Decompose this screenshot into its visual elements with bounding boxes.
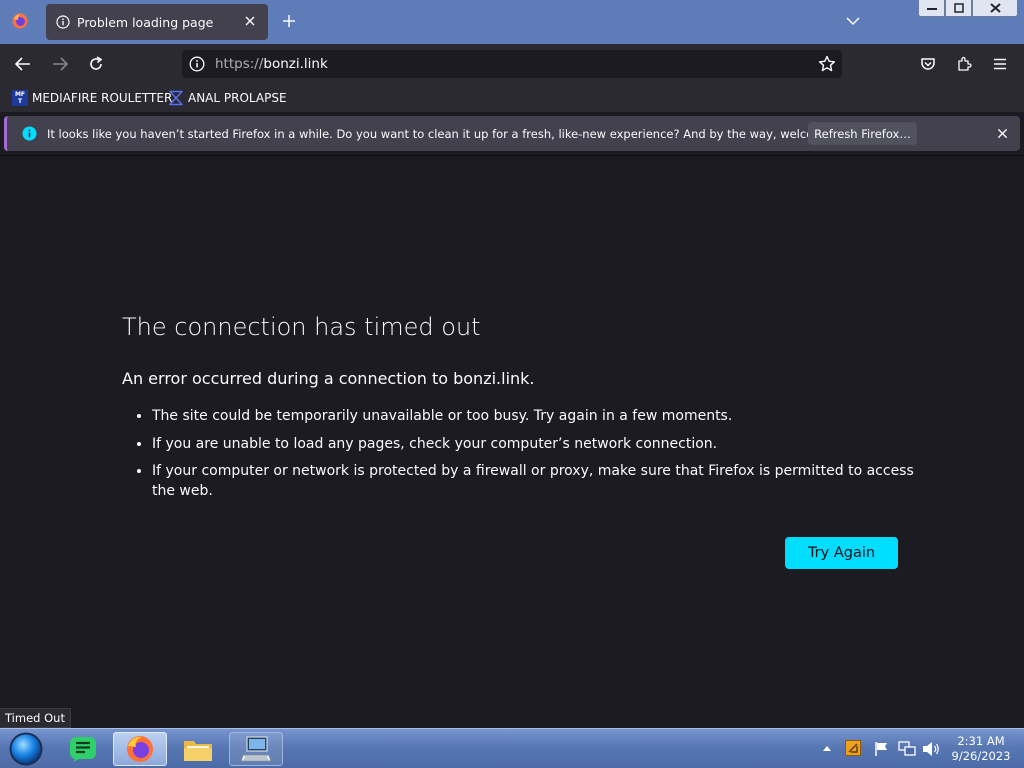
- tray-app-icon[interactable]: [845, 740, 861, 756]
- status-panel: Timed Out: [0, 708, 71, 728]
- back-arrow-icon[interactable]: [14, 56, 32, 72]
- url-scheme: https://: [215, 56, 264, 72]
- plus-icon[interactable]: [282, 14, 296, 28]
- error-title: The connection has timed out: [122, 313, 481, 341]
- refresh-notification-bar: It looks like you haven’t started Firefo…: [4, 116, 1020, 151]
- refresh-firefox-button[interactable]: Refresh Firefox…: [808, 122, 917, 145]
- minimize-button[interactable]: [918, 0, 945, 17]
- info-icon: [22, 126, 37, 141]
- error-suggestions-list: The site could be temporarily unavailabl…: [122, 406, 932, 509]
- taskbar-keyboard-app[interactable]: [229, 732, 283, 766]
- window-close-button[interactable]: [972, 0, 1018, 17]
- clock-date: 9/26/2023: [951, 749, 1011, 763]
- maximize-button[interactable]: [945, 0, 972, 17]
- volume-icon[interactable]: [922, 741, 940, 757]
- firefox-logo-icon[interactable]: [12, 13, 28, 29]
- notification-message: It looks like you haven’t started Firefo…: [47, 127, 868, 141]
- clock-time: 2:31 AM: [957, 734, 1005, 748]
- close-icon[interactable]: [244, 15, 256, 27]
- clock[interactable]: 2:31 AM 9/26/2023: [946, 734, 1016, 764]
- forward-arrow-icon[interactable]: [51, 56, 69, 72]
- address-bar[interactable]: https://bonzi.link: [182, 50, 842, 78]
- bookmark-anal-prolapse[interactable]: ANAL PROLAPSE: [168, 88, 287, 108]
- reload-icon[interactable]: [88, 56, 104, 72]
- bookmarks-toolbar: MF T MEDIAFIRE ROULETTER ANAL PROLAPSE: [0, 84, 1024, 112]
- error-description: An error occurred during a connection to…: [122, 369, 535, 388]
- pocket-icon[interactable]: [920, 56, 936, 72]
- hamburger-menu-icon[interactable]: [992, 56, 1008, 72]
- close-icon[interactable]: [997, 128, 1008, 139]
- tab-title: Problem loading page: [77, 15, 214, 30]
- error-page: The connection has timed out An error oc…: [0, 156, 1024, 728]
- bookmark-label: MEDIAFIRE ROULETTER: [32, 91, 173, 105]
- star-icon[interactable]: [818, 55, 836, 73]
- try-again-button[interactable]: Try Again: [785, 537, 898, 569]
- info-icon: [56, 15, 70, 29]
- network-icon[interactable]: [898, 741, 916, 757]
- tab-strip: Problem loading page: [0, 0, 1024, 44]
- sigma-icon: [168, 90, 184, 106]
- url-host: bonzi.link: [263, 56, 328, 72]
- bookmark-label: ANAL PROLAPSE: [188, 91, 287, 105]
- firefox-icon: [125, 734, 155, 764]
- flag-icon[interactable]: [874, 741, 890, 757]
- taskbar-firefox[interactable]: [113, 732, 167, 766]
- list-item: If you are unable to load any pages, che…: [152, 434, 932, 454]
- bookmark-favicon: MF T: [12, 90, 28, 106]
- keyboard-pc-icon: [240, 735, 272, 763]
- start-orb-icon[interactable]: [6, 731, 46, 767]
- info-icon[interactable]: [189, 56, 205, 72]
- taskbar-chat-app[interactable]: [56, 732, 110, 766]
- list-item: The site could be temporarily unavailabl…: [152, 406, 932, 426]
- extensions-icon[interactable]: [956, 56, 972, 72]
- show-hidden-icons[interactable]: [822, 744, 832, 752]
- list-item: If your computer or network is protected…: [152, 461, 932, 501]
- chevron-down-icon[interactable]: [846, 15, 860, 27]
- taskbar: 2:31 AM 9/26/2023: [0, 728, 1024, 768]
- folder-icon: [182, 735, 214, 763]
- tab-problem-loading[interactable]: Problem loading page: [46, 4, 268, 40]
- chat-app-icon: [68, 735, 98, 763]
- bookmark-mediafire-rouletter[interactable]: MF T MEDIAFIRE ROULETTER: [12, 88, 172, 108]
- url-text[interactable]: https://bonzi.link: [215, 56, 328, 72]
- taskbar-file-explorer[interactable]: [171, 732, 225, 766]
- navigation-toolbar: https://bonzi.link: [0, 44, 1024, 84]
